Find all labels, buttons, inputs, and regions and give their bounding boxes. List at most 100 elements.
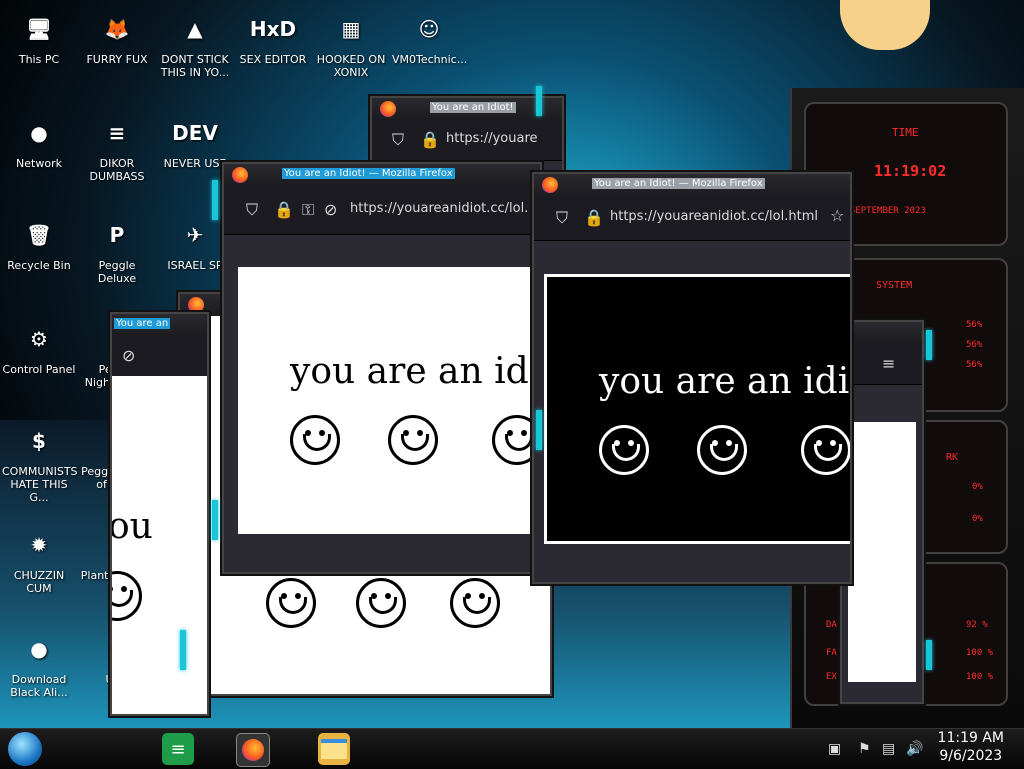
readout-7: 100 %	[966, 648, 994, 658]
firefox-icon	[232, 167, 248, 183]
desktop-icon-label: COMMUNISTS HATE THIS G...	[2, 465, 78, 504]
window-title: You are an	[114, 318, 171, 329]
side-label-2: DA	[826, 620, 837, 630]
firefox-icon	[188, 297, 204, 313]
taskbar-clock[interactable]: 11:19 AM 9/6/2023	[938, 729, 1004, 765]
window-titlebar[interactable]: You are an Idiot! — Mozilla Firefox	[224, 164, 540, 186]
desktop-icon[interactable]: $ COMMUNISTS HATE THIS G...	[2, 420, 78, 505]
desktop-icon[interactable]: 🖥 This PC	[2, 8, 76, 67]
desktop-icon[interactable]: ✹ CHUZZIN CUM	[2, 524, 76, 596]
notes-app-icon[interactable]: ≡	[162, 733, 194, 765]
lock-icon: 🔒	[274, 200, 294, 219]
app-icon: ●	[30, 120, 48, 145]
volume-icon[interactable]: 🔊	[906, 741, 923, 757]
desktop-icon[interactable]: ☺ VM0Technic...	[392, 8, 468, 67]
url-bar[interactable]: https://youare	[446, 131, 538, 146]
window-titlebar[interactable]: You are an Idiot!	[372, 98, 562, 120]
flag-icon[interactable]: ⚑	[858, 741, 871, 757]
desktop-icon-label: DONT STICK THIS IN YO...	[160, 53, 230, 79]
smiley-icon	[388, 415, 438, 465]
app-icon: DEV	[172, 120, 218, 145]
desktop-icon[interactable]: ● Network	[2, 112, 76, 171]
app-icon: 🖥	[26, 16, 52, 41]
accent-bar	[926, 640, 932, 670]
desktop-icon-label: Download Black Ali...	[10, 673, 68, 699]
url-bar[interactable]: https://youareanidiot.cc/lol.html	[610, 209, 818, 224]
idiot-text: ou	[112, 506, 153, 547]
firefox-window-black[interactable]: You are an Idiot! — Mozilla Firefox ⛉ 🔒 …	[532, 172, 852, 584]
desktop-icon[interactable]: ▲ DONT STICK THIS IN YO...	[158, 8, 232, 80]
shield-icon[interactable]: ⛉	[392, 130, 404, 150]
accent-bar	[180, 630, 186, 670]
tracking-icon[interactable]: ⊘	[122, 346, 135, 365]
app-icon: $	[32, 428, 46, 453]
desktop-icon[interactable]: ≡ DIKOR DUMBASS	[80, 112, 154, 184]
idiot-text: you are an idiot	[599, 361, 850, 402]
desktop-icon[interactable]: 🗑 Recycle Bin	[2, 214, 76, 273]
smiley-icon	[356, 578, 406, 628]
cartoon-face-decoration	[840, 0, 930, 50]
lock-icon: 🔒	[584, 208, 604, 227]
file-explorer-icon[interactable]	[318, 733, 350, 765]
shield-icon[interactable]: ⛉	[556, 208, 568, 228]
widget-time: 11:19:02	[874, 162, 947, 180]
window-title: You are an Idiot! — Mozilla Firefox	[592, 178, 765, 189]
image-tray-icon[interactable]: ▣	[828, 741, 841, 757]
desktop-icon-label: Control Panel	[2, 363, 76, 376]
accent-bar	[212, 180, 218, 220]
time-label: TIME	[892, 126, 919, 139]
desktop-icon[interactable]: P Peggle Deluxe	[80, 214, 154, 286]
shield-icon[interactable]: ⛉	[246, 200, 258, 220]
app-icon: ≡	[108, 120, 126, 145]
bookmark-star-icon[interactable]: ☆	[830, 206, 844, 225]
desktop-icon[interactable]: DEV NEVER USE	[158, 112, 232, 171]
desktop-icon-label: Recycle Bin	[7, 259, 71, 272]
firefox-window-main[interactable]: You are an Idiot! — Mozilla Firefox ⛉ 🔒 …	[222, 162, 542, 574]
desktop-icon-label: HOOKED ON XONIX	[316, 53, 386, 79]
network-icon[interactable]: ▤	[882, 741, 895, 757]
readout-2: 56%	[966, 340, 983, 350]
system-label: SYSTEM	[876, 280, 913, 291]
taskbar: ≡ ▣ ⚑ ▤ 🔊 11:19 AM 9/6/2023	[0, 728, 1024, 769]
desktop-icon-label: ISRAEL SP	[167, 259, 223, 272]
desktop-icon[interactable]: HxD SEX EDITOR	[236, 8, 310, 67]
firefox-icon	[542, 177, 558, 193]
side-label-3: FA	[826, 648, 837, 658]
firefox-taskbar-icon[interactable]	[236, 733, 270, 767]
readout-4: 0%	[972, 482, 983, 492]
tracking-icon[interactable]: ⊘	[324, 200, 337, 219]
start-button[interactable]	[8, 732, 42, 766]
desktop-icon-label: CHUZZIN CUM	[13, 569, 65, 595]
desktop-icon[interactable]: ⚙ Control Panel	[2, 318, 76, 377]
desktop-icon[interactable]: ▦ HOOKED ON XONIX	[314, 8, 388, 80]
window-titlebar[interactable]	[842, 322, 922, 344]
firefox-window-right[interactable]: ≡	[840, 320, 924, 704]
side-label-4: EX	[826, 672, 837, 682]
firefox-icon	[380, 101, 396, 117]
desktop-icon-label: SEX EDITOR	[239, 53, 307, 66]
accent-bar	[926, 330, 932, 360]
window-title: You are an Idiot!	[430, 102, 516, 113]
app-icon: ▲	[187, 16, 203, 41]
permissions-icon[interactable]: ⚿	[302, 200, 314, 220]
app-icon: 🦊	[104, 16, 130, 41]
desktop-icon[interactable]: ✈ ISRAEL SP	[158, 214, 232, 273]
toolbar: ⛉ 🔒 https://youare	[372, 120, 562, 161]
firefox-window-left[interactable]: You are an ⊘ ou	[110, 312, 209, 716]
window-titlebar[interactable]: You are an Idiot! — Mozilla Firefox	[534, 174, 850, 196]
desktop-icon-label: DIKOR DUMBASS	[89, 157, 145, 183]
desktop-icon[interactable]: 🦊 FURRY FUX	[80, 8, 154, 67]
desktop-icon[interactable]: ● Download Black Ali...	[2, 628, 76, 700]
toolbar: ⛉ 🔒 ⚿ ⊘ https://youareanidiot.cc/lol.	[224, 186, 540, 235]
readout-6: 92 %	[966, 620, 988, 630]
accent-bar	[536, 86, 542, 116]
clock-time: 11:19 AM	[937, 730, 1004, 746]
desktop-icon-label: NEVER USE	[163, 157, 227, 170]
url-bar[interactable]: https://youareanidiot.cc/lol.	[350, 201, 528, 216]
desktop-icon-label: Network	[16, 157, 62, 170]
readout-5: 0%	[972, 514, 983, 524]
desktop-icon-label: FURRY FUX	[86, 53, 148, 66]
window-titlebar[interactable]: You are an	[112, 314, 207, 336]
desktop-icon-label: VM0Technic...	[392, 53, 468, 66]
menu-icon[interactable]: ≡	[882, 354, 895, 373]
